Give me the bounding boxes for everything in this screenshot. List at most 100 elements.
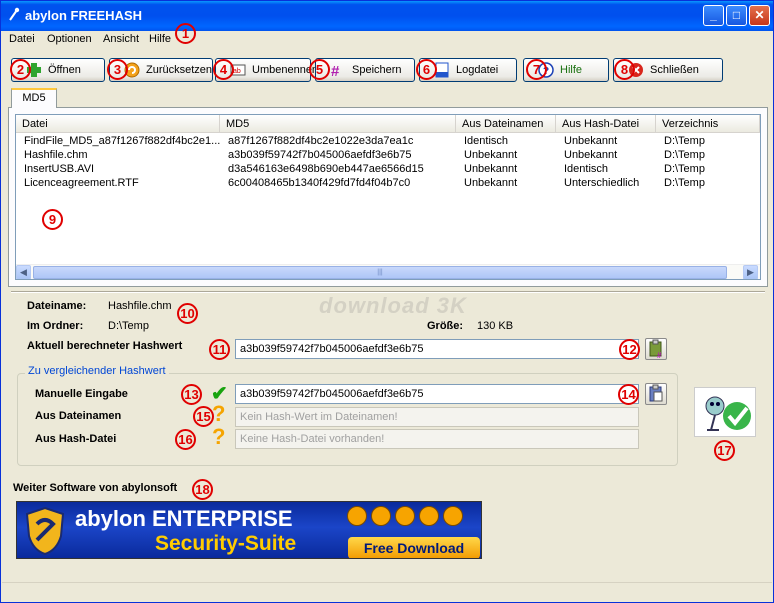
column-verzeichnis[interactable]: Verzeichnis	[656, 115, 760, 133]
from-filename-field: Kein Hash-Wert im Dateinamen!	[235, 407, 639, 427]
table-row[interactable]: FindFile_MD5_a87f1267f882df4bc2e1... a87…	[16, 134, 760, 148]
status-bar	[2, 582, 772, 602]
cell-datei: InsertUSB.AVI	[24, 163, 95, 175]
callout-13: 13	[181, 384, 202, 405]
cell-verzeichnis: D:\Temp	[664, 163, 705, 175]
size-label: Größe:	[427, 320, 464, 332]
filename-label: Dateiname:	[27, 300, 87, 312]
callout-11: 11	[209, 339, 230, 360]
cell-aus-hash-datei: Identisch	[564, 163, 609, 175]
manual-hash-input[interactable]: a3b039f59742f7b045006aefdf3e6b75	[235, 384, 639, 404]
copy-hash-button[interactable]: #	[645, 338, 667, 360]
svg-text:ab: ab	[233, 68, 241, 75]
column-aus-hash-datei[interactable]: Aus Hash-Datei	[556, 115, 656, 133]
clipboard-copy-icon: #	[649, 339, 662, 360]
app-window: abylon FREEHASH _ □ ✕ Datei Optionen Ans…	[0, 0, 774, 603]
svg-text:#: #	[657, 351, 662, 359]
tab-panel-md5: Datei MD5 Aus Dateinamen Aus Hash-Datei …	[8, 107, 768, 287]
cell-datei: Hashfile.chm	[24, 149, 88, 161]
table-row[interactable]: Licenceagreement.RTF 6c00408465b1340f429…	[16, 176, 760, 190]
callout-1: 1	[175, 23, 196, 44]
cell-aus-dateinamen: Unbekannt	[464, 163, 518, 175]
current-hash-field[interactable]: a3b039f59742f7b045006aefdf3e6b75	[235, 339, 639, 359]
maximize-button[interactable]: □	[726, 5, 747, 26]
result-status-image	[694, 387, 756, 437]
current-hash-label: Aktuell berechneter Hashwert	[27, 340, 183, 352]
menu-ansicht[interactable]: Ansicht	[103, 33, 139, 45]
cell-verzeichnis: D:\Temp	[664, 149, 705, 161]
callout-14: 14	[618, 384, 639, 405]
paste-hash-button[interactable]	[645, 383, 667, 405]
from-hashfile-field: Keine Hash-Datei vorhanden!	[235, 429, 639, 449]
free-download-button[interactable]: Free Download	[348, 537, 480, 558]
from-filename-label: Aus Dateinamen	[35, 410, 122, 422]
callout-3: 3	[107, 59, 128, 80]
scroll-right-button[interactable]: ▶	[743, 265, 758, 279]
save-icon: #	[331, 63, 340, 78]
compare-group-legend: Zu vergleichender Hashwert	[25, 365, 169, 377]
menu-optionen[interactable]: Optionen	[47, 33, 92, 45]
menu-hilfe[interactable]: Hilfe	[149, 33, 171, 45]
pen-product-icon	[419, 506, 439, 526]
open-button-label: Öffnen	[48, 64, 81, 76]
enterprise-banner[interactable]: abylon ENTERPRISE Security-Suite Free Do…	[16, 501, 482, 559]
save-button[interactable]: # Speichern	[315, 58, 415, 82]
cell-aus-hash-datei: Unbekannt	[564, 149, 618, 161]
tools-product-icon	[371, 506, 391, 526]
from-hashfile-label: Aus Hash-Datei	[35, 433, 117, 445]
cell-verzeichnis: D:\Temp	[664, 177, 705, 189]
column-datei[interactable]: Datei	[16, 115, 220, 133]
folder-label: Im Ordner:	[27, 320, 84, 332]
title-bar[interactable]: abylon FREEHASH _ □ ✕	[1, 1, 773, 31]
promo-heading: Weiter Software von abylonsoft	[13, 482, 178, 494]
callout-15: 15	[193, 406, 214, 427]
callout-6: 6	[416, 59, 437, 80]
callout-2: 2	[10, 59, 31, 80]
callout-16: 16	[175, 429, 196, 450]
column-md5[interactable]: MD5	[220, 115, 456, 133]
banner-title: abylon ENTERPRISE	[75, 506, 293, 531]
menu-datei[interactable]: Datei	[9, 33, 35, 45]
scroll-thumb[interactable]: |||	[33, 266, 727, 279]
callout-8: 8	[614, 59, 635, 80]
cell-md5: a3b039f59742f7b045006aefdf3e6b75	[228, 149, 412, 161]
app-key-icon	[9, 7, 20, 21]
verified-mascot-icon	[705, 396, 751, 431]
list-header: Datei MD5 Aus Dateinamen Aus Hash-Datei …	[16, 115, 760, 133]
cell-md5: a87f1267f882df4bc2e1022e3da7ea1c	[228, 135, 414, 147]
callout-5: 5	[309, 59, 330, 80]
minimize-button[interactable]: _	[703, 5, 724, 26]
table-row[interactable]: Hashfile.chm a3b039f59742f7b045006aefdf3…	[16, 148, 760, 162]
horizontal-scrollbar[interactable]: ◀ ||| ▶	[16, 264, 760, 279]
unknown-question-icon: ?	[212, 424, 226, 449]
book-product-icon	[443, 506, 463, 526]
folder-value: D:\Temp	[108, 320, 149, 332]
save-button-label: Speichern	[352, 64, 402, 76]
cell-md5: d3a546163e6498b690eb447ae6566d15	[228, 163, 424, 175]
reset-button-label: Zurücksetzen	[146, 64, 213, 76]
callout-7: 7	[526, 59, 547, 80]
cell-aus-hash-datei: Unterschiedlich	[564, 177, 640, 189]
watermark: download 3K	[319, 293, 467, 318]
size-value: 130 KB	[477, 320, 514, 332]
hash-list[interactable]: Datei MD5 Aus Dateinamen Aus Hash-Datei …	[15, 114, 761, 280]
scroll-left-button[interactable]: ◀	[16, 265, 31, 279]
menu-bar: Datei Optionen Ansicht Hilfe	[1, 31, 773, 49]
shield-logo-icon	[25, 506, 65, 556]
cell-datei: FindFile_MD5_a87f1267f882df4bc2e1...	[24, 135, 220, 147]
svg-text:#: #	[331, 63, 340, 78]
cell-aus-dateinamen: Identisch	[464, 135, 509, 147]
manual-entry-label: Manuelle Eingabe	[35, 388, 128, 400]
clipboard-paste-icon	[649, 384, 663, 402]
table-row[interactable]: InsertUSB.AVI d3a546163e6498b690eb447ae6…	[16, 162, 760, 176]
cell-aus-dateinamen: Unbekannt	[464, 149, 518, 161]
callout-4: 4	[213, 59, 234, 80]
column-aus-dateinamen[interactable]: Aus Dateinamen	[456, 115, 556, 133]
banner-subtitle: Security-Suite	[155, 532, 297, 555]
tab-md5[interactable]: MD5	[11, 88, 57, 108]
close-button-label: Schließen	[650, 64, 699, 76]
cell-verzeichnis: D:\Temp	[664, 135, 705, 147]
callout-18: 18	[192, 479, 213, 500]
callout-17: 17	[714, 440, 735, 461]
window-close-button[interactable]: ✕	[749, 5, 770, 26]
